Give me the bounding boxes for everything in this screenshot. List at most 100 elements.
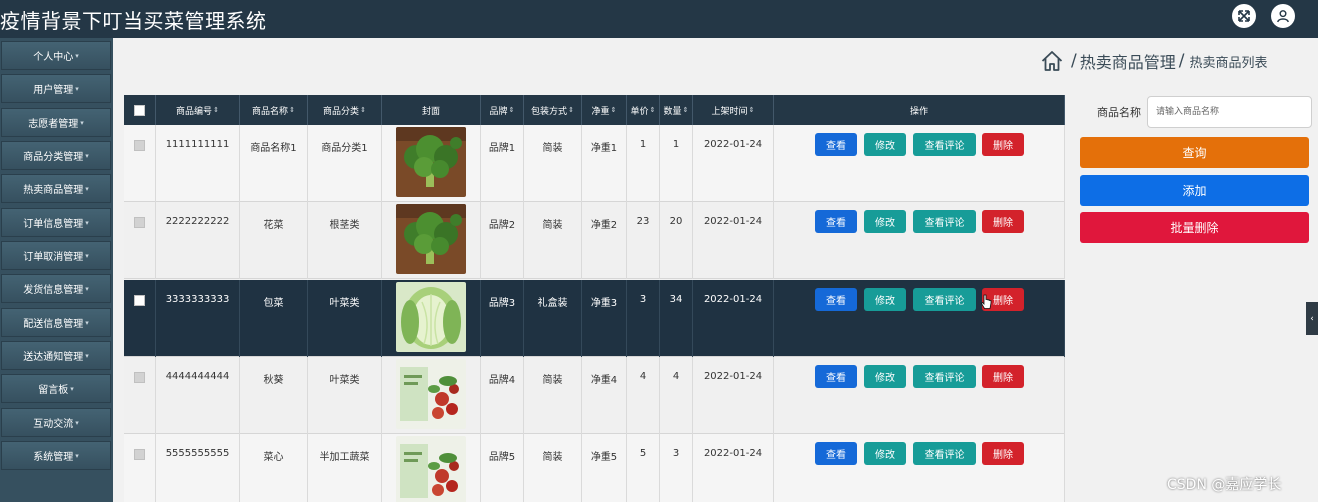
column-header[interactable]: 数量 ⇕ [660, 95, 693, 125]
view-comments-button[interactable]: 查看评论 [913, 288, 976, 311]
cell-name: 包菜 [240, 280, 308, 357]
edit-button[interactable]: 修改 [864, 442, 906, 465]
sidebar-item[interactable]: 留言板 ▾ [1, 374, 111, 403]
column-header[interactable]: 商品编号 ⇕ [156, 95, 240, 125]
cover-image[interactable] [396, 436, 466, 502]
view-comments-button[interactable]: 查看评论 [913, 442, 976, 465]
chevron-down-icon: ▾ [85, 351, 89, 360]
select-cell [124, 357, 156, 434]
view-comments-button[interactable]: 查看评论 [913, 210, 976, 233]
cell-price-value: 1 [639, 139, 647, 150]
view-button[interactable]: 查看 [815, 365, 857, 388]
product-name-search-input[interactable] [1147, 96, 1312, 128]
view-comments-button[interactable]: 查看评论 [913, 365, 976, 388]
cell-weight: 净重4 [582, 357, 627, 434]
cell-price: 5 [627, 434, 660, 502]
select-all-header[interactable] [124, 95, 156, 125]
chevron-down-icon: ▾ [75, 418, 79, 427]
view-button[interactable]: 查看 [815, 133, 857, 156]
view-button[interactable]: 查看 [815, 210, 857, 233]
add-button[interactable]: 添加 [1080, 175, 1309, 206]
cell-name-value: 菜心 [263, 452, 284, 463]
cell-category-value: 半加工蔬菜 [319, 452, 370, 463]
cell-cover [382, 202, 481, 279]
fullscreen-button[interactable] [1232, 4, 1256, 28]
column-header[interactable]: 单价 ⇕ [627, 95, 660, 125]
cell-price: 23 [627, 202, 660, 279]
view-button[interactable]: 查看 [815, 288, 857, 311]
select-all-checkbox[interactable] [134, 104, 145, 116]
table-row: 3333333333 包菜 叶菜类 品牌3 礼盒装 净重3 3 34 2022-01-24 查看修… [124, 280, 1065, 357]
sidebar-item[interactable]: 商品分类管理 ▾ [1, 141, 111, 170]
sidebar-item[interactable]: 互动交流 ▾ [1, 408, 111, 437]
cell-weight: 净重2 [582, 202, 627, 279]
cell-id-value: 3333333333 [165, 294, 230, 305]
row-checkbox[interactable] [134, 140, 145, 151]
row-checkbox[interactable] [134, 295, 145, 306]
sidebar-item[interactable]: 发货信息管理 ▾ [1, 274, 111, 303]
user-menu-button[interactable] [1271, 4, 1295, 28]
cell-date-value: 2022-01-24 [703, 139, 763, 150]
collapse-panel-button[interactable]: ‹ [1306, 302, 1318, 335]
table-row: 5555555555 菜心 半加工蔬菜 品牌5 简装 净重5 5 3 2022-01-24 查看修… [124, 434, 1065, 502]
cover-image[interactable] [396, 359, 466, 429]
column-header[interactable]: 商品名称 ⇕ [240, 95, 308, 125]
cell-weight-value: 净重3 [590, 298, 618, 309]
cell-quantity: 34 [660, 280, 693, 357]
breadcrumb-section[interactable]: 热卖商品管理 [1080, 49, 1176, 73]
cell-weight-value: 净重5 [590, 452, 618, 463]
cell-name-value: 秋葵 [263, 375, 284, 386]
cover-image[interactable] [396, 204, 466, 274]
sidebar-item[interactable]: 配送信息管理 ▾ [1, 308, 111, 337]
sidebar-item[interactable]: 订单信息管理 ▾ [1, 208, 111, 237]
cell-price: 3 [627, 280, 660, 357]
row-checkbox[interactable] [134, 372, 145, 383]
sidebar-item[interactable]: 热卖商品管理 ▾ [1, 174, 111, 203]
column-header[interactable]: 上架时间 ⇕ [693, 95, 774, 125]
sidebar-item[interactable]: 送达通知管理 ▾ [1, 341, 111, 370]
row-checkbox[interactable] [134, 449, 145, 460]
cover-image[interactable] [396, 127, 466, 197]
sidebar-item[interactable]: 订单取消管理 ▾ [1, 241, 111, 270]
cell-quantity-value: 3 [672, 448, 680, 459]
cell-packaging-value: 简装 [542, 220, 563, 231]
column-header[interactable]: 净重 ⇕ [582, 95, 627, 125]
cell-brand-value: 品牌4 [488, 375, 516, 386]
sidebar-item[interactable]: 用户管理 ▾ [1, 74, 111, 103]
edit-button[interactable]: 修改 [864, 288, 906, 311]
column-header[interactable]: 包装方式 ⇕ [524, 95, 582, 125]
edit-button[interactable]: 修改 [864, 365, 906, 388]
chevron-down-icon: ▾ [75, 51, 79, 60]
cell-id-value: 2222222222 [165, 216, 230, 227]
cell-id: 2222222222 [156, 202, 240, 279]
delete-button[interactable]: 删除 [982, 133, 1024, 156]
chevron-down-icon: ▾ [85, 184, 89, 193]
delete-button[interactable]: 删除 [982, 210, 1024, 233]
delete-button[interactable]: 删除 [982, 365, 1024, 388]
column-header[interactable]: 商品分类 ⇕ [308, 95, 382, 125]
cell-brand-value: 品牌2 [488, 220, 516, 231]
cell-price: 1 [627, 125, 660, 202]
actions-cell: 查看 修改 查看评论 删除 [774, 434, 1065, 502]
column-header-label: 数量 [663, 106, 682, 117]
sidebar-item[interactable]: 系统管理 ▾ [1, 441, 111, 470]
column-header-label: 净重 [591, 106, 610, 117]
sort-icon: ⇕ [610, 106, 617, 114]
view-comments-button[interactable]: 查看评论 [913, 133, 976, 156]
edit-button[interactable]: 修改 [864, 210, 906, 233]
column-header[interactable]: 品牌 ⇕ [481, 95, 524, 125]
view-button[interactable]: 查看 [815, 442, 857, 465]
delete-button[interactable]: 删除 [982, 442, 1024, 465]
sidebar-item[interactable]: 志愿者管理 ▾ [1, 108, 111, 137]
row-checkbox[interactable] [134, 217, 145, 228]
edit-button[interactable]: 修改 [864, 133, 906, 156]
query-button[interactable]: 查询 [1080, 137, 1309, 168]
column-header-label: 单价 [630, 106, 649, 117]
sidebar-item[interactable]: 个人中心 ▾ [1, 41, 111, 70]
chevron-down-icon: ▾ [85, 251, 89, 260]
breadcrumb-separator: / [1071, 51, 1077, 71]
batch-delete-button[interactable]: 批量删除 [1080, 212, 1309, 243]
home-icon[interactable] [1040, 49, 1064, 73]
cell-id: 1111111111 [156, 125, 240, 202]
cover-image[interactable] [396, 282, 466, 352]
